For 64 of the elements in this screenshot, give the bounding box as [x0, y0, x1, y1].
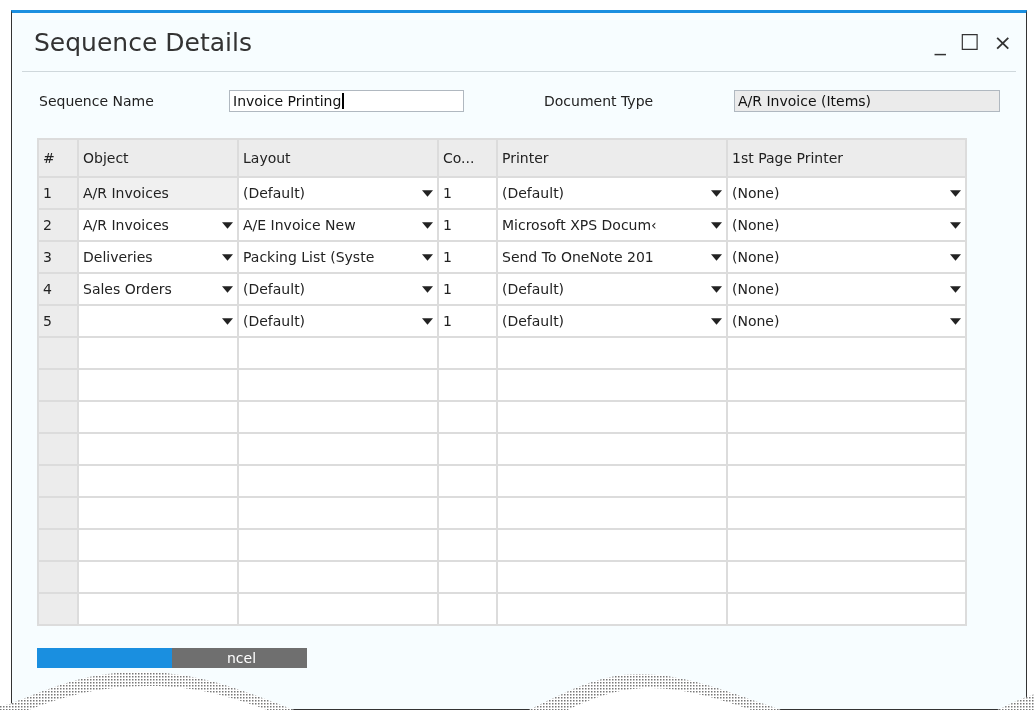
row-number: 3	[38, 241, 78, 273]
cancel-button[interactable]: ncel	[172, 648, 307, 668]
dropdown-cell[interactable]: Microsoft XPS Docum‹	[497, 209, 727, 241]
dropdown-cell[interactable]: (Default)	[238, 177, 438, 209]
caret-icon	[222, 221, 233, 229]
row-number: 4	[38, 273, 78, 305]
column-header: Object	[78, 139, 238, 177]
dropdown-cell[interactable]: Send To OneNote 201	[497, 241, 727, 273]
minimize-button[interactable]: _	[930, 29, 950, 55]
column-header: 1st Page Printer	[727, 139, 966, 177]
table-cell[interactable]: 1	[438, 177, 497, 209]
caret-icon	[222, 253, 233, 261]
caret-icon	[222, 285, 233, 293]
ok-button[interactable]	[37, 648, 172, 668]
caret-icon	[950, 317, 961, 325]
dropdown-cell[interactable]	[78, 305, 238, 337]
dropdown-cell[interactable]: (None)	[727, 177, 966, 209]
caret-icon	[422, 221, 433, 229]
caret-icon	[711, 253, 722, 261]
column-header: Layout	[238, 139, 438, 177]
caret-icon	[422, 189, 433, 197]
dropdown-cell[interactable]: (Default)	[497, 305, 727, 337]
dropdown-cell[interactable]: A/R Invoices	[78, 209, 238, 241]
dropdown-cell[interactable]: (None)	[727, 273, 966, 305]
caret-icon	[711, 189, 722, 197]
table-cell[interactable]: 1	[438, 209, 497, 241]
dropdown-cell[interactable]: (Default)	[497, 177, 727, 209]
dropdown-cell[interactable]: (Default)	[238, 305, 438, 337]
dropdown-cell[interactable]: Packing List (Syste	[238, 241, 438, 273]
caret-icon	[711, 285, 722, 293]
field-label: Sequence Name	[39, 93, 155, 109]
dropdown-cell[interactable]: (None)	[727, 209, 966, 241]
table-cell[interactable]: 1	[438, 305, 497, 337]
column-header: Co...	[438, 139, 497, 177]
table-cell[interactable]: 1	[438, 241, 497, 273]
caret-icon	[950, 253, 961, 261]
row-number: 5	[38, 305, 78, 337]
caret-icon	[950, 285, 961, 293]
input-field[interactable]: Invoice Printing	[229, 90, 464, 112]
dropdown-cell[interactable]: (None)	[727, 241, 966, 273]
caret-icon	[222, 317, 233, 325]
caret-icon	[422, 253, 433, 261]
dropdown-cell[interactable]: A/E Invoice New	[238, 209, 438, 241]
column-header: Printer	[497, 139, 727, 177]
caret-icon	[950, 221, 961, 229]
table-cell: A/R Invoices	[78, 177, 238, 209]
caret-icon	[422, 285, 433, 293]
column-header: #	[38, 139, 78, 177]
dropdown-cell[interactable]: (Default)	[497, 273, 727, 305]
caret-icon	[711, 221, 722, 229]
maximize-button[interactable]: ☐	[955, 29, 984, 55]
dropdown-cell[interactable]: (Default)	[238, 273, 438, 305]
window-title: Sequence Details	[34, 27, 252, 57]
row-number: 2	[38, 209, 78, 241]
dropdown-cell[interactable]: Deliveries	[78, 241, 238, 273]
row-number: 1	[38, 177, 78, 209]
table-cell[interactable]: 1	[438, 273, 497, 305]
caret-icon	[950, 189, 961, 197]
caret-icon	[422, 317, 433, 325]
dropdown-cell[interactable]: Sales Orders	[78, 273, 238, 305]
caret-icon	[711, 317, 722, 325]
field-label: Document Type	[544, 93, 655, 109]
dropdown-cell[interactable]: (None)	[727, 305, 966, 337]
close-button[interactable]: ×	[989, 29, 1016, 55]
